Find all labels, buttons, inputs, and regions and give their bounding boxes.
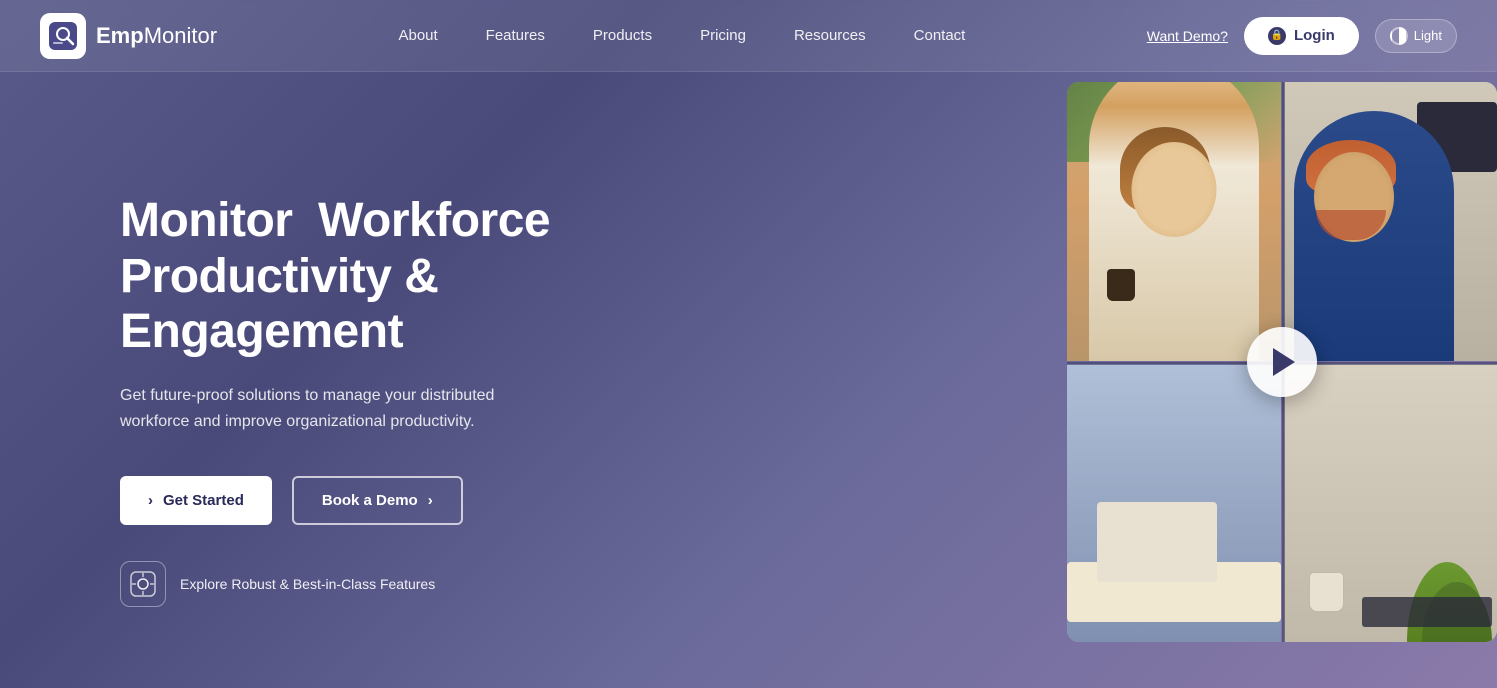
nav-item-features[interactable]: Features	[486, 27, 545, 45]
hero-buttons: › Get Started Book a Demo ›	[120, 476, 620, 525]
theme-toggle-button[interactable]: Light	[1375, 19, 1457, 53]
nav-right: Want Demo? 🔒 Login Light	[1147, 17, 1457, 55]
image-top-left	[1067, 82, 1281, 361]
nav-item-pricing[interactable]: Pricing	[700, 27, 746, 45]
lock-icon: 🔒	[1268, 27, 1286, 45]
logo-text: EmpMonitor	[96, 23, 217, 49]
keyboard	[1362, 597, 1492, 627]
nav-item-resources[interactable]: Resources	[794, 27, 866, 45]
play-button[interactable]	[1247, 327, 1317, 397]
get-started-button[interactable]: › Get Started	[120, 476, 272, 525]
coffee-cup	[1107, 269, 1135, 301]
features-icon-box	[120, 561, 166, 607]
nav-item-products[interactable]: Products	[593, 27, 652, 45]
nav-item-contact[interactable]: Contact	[914, 27, 966, 45]
want-demo-link[interactable]: Want Demo?	[1147, 28, 1228, 44]
hero-subtitle: Get future-proof solutions to manage you…	[120, 383, 560, 436]
hero-title: Monitor WorkforceProductivity & Engageme…	[120, 193, 620, 359]
nav-item-about[interactable]: About	[398, 27, 437, 45]
image-top-right	[1284, 82, 1497, 361]
theme-icon	[1390, 27, 1408, 45]
book-demo-button[interactable]: Book a Demo ›	[292, 476, 463, 525]
navbar: EmpMonitor About Features Products Prici…	[0, 0, 1497, 72]
nav-links: About Features Products Pricing Resource…	[398, 27, 965, 45]
laptop	[1097, 502, 1217, 582]
mug	[1309, 572, 1344, 612]
head-1	[1131, 142, 1216, 237]
hero-section: Monitor WorkforceProductivity & Engageme…	[0, 72, 1497, 688]
image-bottom-right	[1284, 364, 1497, 643]
hero-features: Explore Robust & Best-in-Class Features	[120, 561, 620, 607]
chevron-right-icon: ›	[148, 492, 153, 509]
hero-content: Monitor WorkforceProductivity & Engageme…	[120, 193, 620, 606]
login-button[interactable]: 🔒 Login	[1244, 17, 1359, 55]
image-bottom-left	[1067, 364, 1281, 643]
chevron-right-icon-2: ›	[428, 492, 433, 509]
logo-icon	[40, 13, 86, 59]
brand: EmpMonitor	[40, 13, 217, 59]
hero-features-text: Explore Robust & Best-in-Class Features	[180, 576, 435, 592]
hero-images	[1067, 82, 1497, 642]
